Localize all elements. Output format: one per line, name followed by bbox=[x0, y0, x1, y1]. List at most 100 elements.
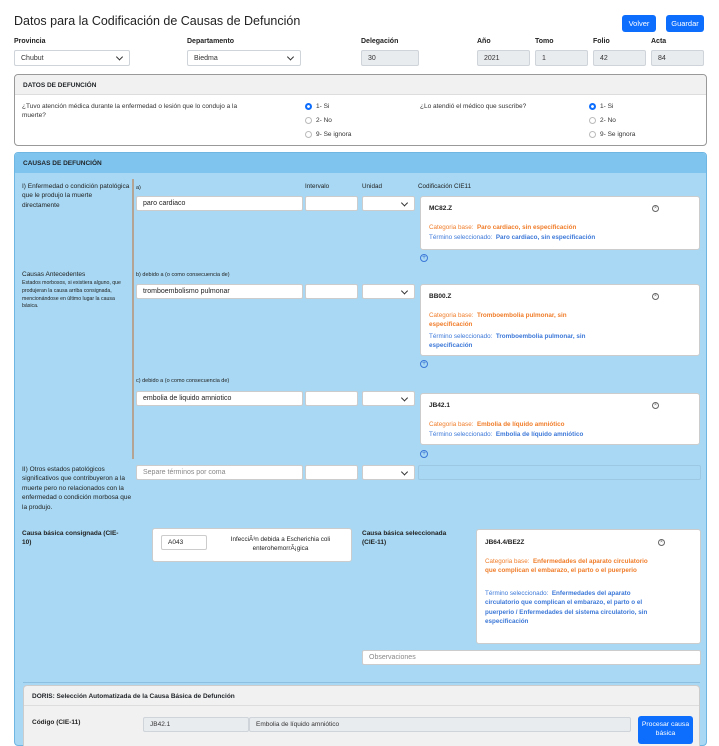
delegacion-field[interactable]: 30 bbox=[361, 50, 419, 66]
close-icon[interactable]: × bbox=[658, 539, 665, 546]
doris-card: DORIS: Selección Automatizada de la Caus… bbox=[23, 685, 700, 746]
radio-icon bbox=[589, 131, 596, 138]
q2-option-si[interactable]: 1- Si bbox=[589, 103, 613, 110]
close-icon[interactable]: × bbox=[652, 402, 659, 409]
basica-sel-cat: Categoria base: Enfermedades del aparato… bbox=[485, 557, 655, 576]
folio-label: Folio bbox=[593, 38, 610, 45]
defuncion-header: DATOS DE DEFUNCIÓN bbox=[15, 75, 706, 95]
doris-desc-field[interactable]: Embolia de líquido amniótico bbox=[249, 717, 631, 732]
basica-sel-code: JB64.4/BE2Z bbox=[485, 539, 525, 546]
row-b-unidad[interactable] bbox=[362, 284, 415, 299]
radio-icon bbox=[305, 131, 312, 138]
observaciones-input[interactable]: Observaciones bbox=[362, 650, 701, 665]
add-icon[interactable]: + bbox=[420, 450, 428, 458]
option-label: 1- Si bbox=[316, 103, 330, 110]
provincia-label: Provincia bbox=[14, 38, 46, 45]
chevron-down-icon bbox=[115, 53, 124, 61]
term-label: Término seleccionado: bbox=[429, 431, 493, 438]
volver-button[interactable]: Volver bbox=[622, 15, 656, 32]
row-c-cat: Categoria base: Embolia de líquido amnió… bbox=[429, 420, 684, 429]
add-icon[interactable]: + bbox=[420, 254, 428, 262]
radio-icon bbox=[589, 117, 596, 124]
acta-label: Acta bbox=[651, 38, 667, 45]
row-b-intervalo[interactable] bbox=[305, 284, 358, 299]
row-c-code-card: JB42.1 × Categoria base: Embolia de líqu… bbox=[420, 393, 700, 445]
row-b-cat: Categoria base: Tromboembolia pulmonar, … bbox=[429, 311, 604, 330]
guardar-button[interactable]: Guardar bbox=[666, 15, 704, 32]
departamento-select[interactable]: Biedma bbox=[187, 50, 301, 66]
q1-option-no[interactable]: 2- No bbox=[305, 117, 332, 124]
chevron-down-icon bbox=[400, 467, 409, 476]
basica-sel-card: JB64.4/BE2Z × Categoria base: Enfermedad… bbox=[476, 529, 701, 644]
close-icon[interactable]: × bbox=[652, 205, 659, 212]
chevron-down-icon bbox=[400, 393, 409, 402]
row-c-intervalo[interactable] bbox=[305, 391, 358, 406]
sec2-desc: Estados morbosos, si existiera alguno, q… bbox=[22, 280, 121, 310]
radio-checked-icon bbox=[589, 103, 596, 110]
term-value: Embolia de líquido amniótico bbox=[495, 431, 584, 438]
q1-option-ignora[interactable]: 9- Se ignora bbox=[305, 131, 351, 138]
anio-field[interactable]: 2021 bbox=[477, 50, 530, 66]
q2-option-no[interactable]: 2- No bbox=[589, 117, 616, 124]
row-a-unidad[interactable] bbox=[362, 196, 415, 211]
col-unidad: Unidad bbox=[362, 183, 382, 190]
option-label: 9- Se ignora bbox=[316, 131, 352, 138]
tomo-label: Tomo bbox=[535, 38, 554, 45]
q1-option-si[interactable]: 1- Si bbox=[305, 103, 329, 110]
radio-checked-icon bbox=[305, 103, 312, 110]
otros-intervalo[interactable] bbox=[305, 465, 358, 480]
row-c-input[interactable]: embolia de liquido amniotico bbox=[136, 391, 303, 406]
col-intervalo: Intervalo bbox=[305, 183, 330, 190]
anio-label: Año bbox=[477, 38, 491, 45]
sec1-label: I) Enfermedad o condición patológica que… bbox=[22, 183, 130, 209]
causas-header: CAUSAS DE DEFUNCIÓN bbox=[15, 153, 706, 173]
tomo-field[interactable]: 1 bbox=[535, 50, 588, 66]
add-icon[interactable]: + bbox=[420, 360, 428, 368]
term-label: Término seleccionado: bbox=[429, 333, 493, 340]
q1-label: ¿Tuvo atención médica durante la enferme… bbox=[22, 103, 238, 120]
divider bbox=[132, 179, 134, 267]
basica-consignada-desc: InfecciÃ³n debida a Escherichia coli ent… bbox=[230, 536, 331, 553]
otros-unidad[interactable] bbox=[362, 465, 415, 480]
option-label: 1- Si bbox=[600, 103, 614, 110]
divider bbox=[132, 267, 134, 459]
row-a-intervalo[interactable] bbox=[305, 196, 358, 211]
folio-field[interactable]: 42 bbox=[593, 50, 646, 66]
row-c-code: JB42.1 bbox=[429, 402, 450, 409]
row-c-unidad[interactable] bbox=[362, 391, 415, 406]
row-b-sublabel: b) debido a (o como consecuencia de) bbox=[136, 272, 230, 278]
row-a-input[interactable]: paro cardiaco bbox=[136, 196, 303, 211]
doris-codigo-field[interactable]: JB42.1 bbox=[143, 717, 249, 732]
otros-input[interactable]: Separe términos por coma bbox=[136, 465, 303, 480]
otros-cie[interactable] bbox=[418, 465, 701, 480]
acta-field[interactable]: 84 bbox=[651, 50, 704, 66]
row-a-cat: Categoria base: Paro cardiaco, sin espec… bbox=[429, 223, 684, 232]
option-label: 9- Se ignora bbox=[600, 131, 636, 138]
divider bbox=[23, 682, 700, 683]
row-b-code: BB00.Z bbox=[429, 293, 452, 300]
row-b-input[interactable]: tromboembolismo pulmonar bbox=[136, 284, 303, 299]
close-icon[interactable]: × bbox=[652, 293, 659, 300]
chevron-down-icon bbox=[400, 198, 409, 207]
procesar-button[interactable]: Procesar causa básica bbox=[638, 716, 693, 744]
causas-card: CAUSAS DE DEFUNCIÓN I) Enfermedad o cond… bbox=[14, 152, 707, 746]
q2-option-ignora[interactable]: 9- Se ignora bbox=[589, 131, 635, 138]
term-label: Término seleccionado: bbox=[429, 234, 493, 241]
radio-icon bbox=[305, 117, 312, 124]
row-b-code-card: BB00.Z × Categoria base: Tromboembolia p… bbox=[420, 284, 700, 356]
provincia-select[interactable]: Chubut bbox=[14, 50, 130, 66]
doris-header: DORIS: Selección Automatizada de la Caus… bbox=[24, 686, 699, 706]
basica-consignada-label: Causa básica consignada (CIE-10) bbox=[22, 530, 119, 547]
cat-value: Embolia de líquido amniótico bbox=[476, 421, 565, 428]
basica-sel-term: Término seleccionado: Enfermedades del a… bbox=[485, 589, 655, 627]
departamento-label: Departamento bbox=[187, 38, 235, 45]
basica-consignada-card: A043 InfecciÃ³n debida a Escherichia col… bbox=[152, 528, 352, 562]
row-a-code-card: MC82.Z × Categoria base: Paro cardiaco, … bbox=[420, 196, 700, 250]
sec2-title: Causas Antecedentes bbox=[22, 271, 86, 278]
sec3-label: II) Otros estados patológicos significat… bbox=[22, 466, 132, 511]
basica-consignada-code[interactable]: A043 bbox=[161, 535, 207, 550]
option-label: 2- No bbox=[600, 117, 616, 124]
page-title: Datos para la Codificación de Causas de … bbox=[14, 14, 301, 28]
row-a-sublabel: a) bbox=[136, 185, 141, 191]
row-b-term: Término seleccionado: Tromboembolia pulm… bbox=[429, 332, 614, 351]
